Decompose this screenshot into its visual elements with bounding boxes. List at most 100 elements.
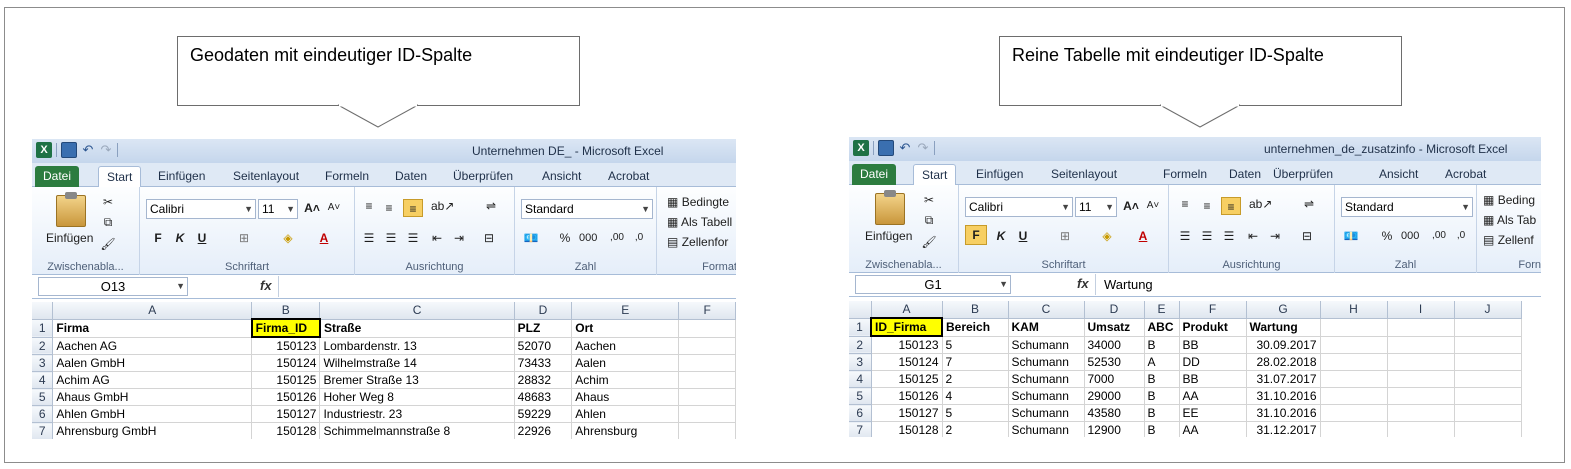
decrease-decimal-icon[interactable]: ,0 [1453,227,1469,245]
currency-icon[interactable]: 💶 [523,229,539,247]
cell[interactable] [1387,387,1455,405]
thousands-button[interactable]: 000 [1401,227,1419,245]
align-top-icon[interactable]: ≡ [361,197,377,215]
column-header[interactable]: D [1084,301,1145,319]
row-header[interactable]: 6 [32,405,54,423]
cell[interactable] [1387,318,1455,337]
cell[interactable]: B [1144,370,1180,388]
row-header[interactable]: 4 [849,370,872,388]
tab-ansicht[interactable]: Ansicht [534,166,589,187]
excel-logo-icon[interactable]: X [853,140,869,156]
align-top-icon[interactable]: ≡ [1177,195,1193,213]
grow-font-icon[interactable]: A˄ [1123,197,1139,215]
cell[interactable]: Ahrensburg [571,422,680,439]
cell[interactable]: 150126 [871,387,943,405]
cell[interactable]: Ort [571,319,680,338]
cell[interactable]: 5 [942,404,1009,422]
tab-ueberpruefen[interactable]: Überprüfen [445,166,521,187]
cell[interactable]: Ahlen GmbH [52,405,253,423]
increase-indent-icon[interactable]: ⇥ [1267,227,1283,245]
cell[interactable]: BB [1179,336,1247,354]
cell[interactable]: Wartung [1246,318,1321,337]
cell[interactable]: Aachen AG [52,337,253,355]
align-left-icon[interactable]: ☰ [1177,227,1193,245]
cell[interactable] [1320,421,1388,437]
cell[interactable]: 12900 [1084,421,1145,437]
cell[interactable]: DD [1179,353,1247,371]
font-name-select[interactable]: Calibri ▼ [146,199,256,219]
fill-color-icon[interactable]: ◈ [1099,227,1115,245]
undo-icon[interactable]: ↶ [81,143,95,157]
tab-einfuegen[interactable]: Einfügen [150,166,213,187]
cell[interactable] [1320,353,1388,371]
cell[interactable]: Bereich [942,318,1009,337]
cell[interactable]: ABC [1144,318,1180,337]
cell[interactable]: Schumann [1008,421,1085,437]
cell[interactable]: 52070 [514,337,573,355]
cell[interactable]: Achim [571,371,680,389]
select-all-corner[interactable] [849,301,872,319]
cell[interactable]: Schumann [1008,404,1085,422]
cell[interactable]: 150127 [871,404,943,422]
percent-button[interactable]: % [557,229,573,247]
cell[interactable]: Aachen [571,337,680,355]
save-icon[interactable] [61,142,77,158]
wrap-text-icon[interactable]: ⇌ [483,197,499,215]
format-painter-icon[interactable]: 🖌 [921,233,937,251]
paste-icon[interactable] [56,192,86,227]
cell[interactable] [678,388,736,406]
cell[interactable] [1454,370,1522,388]
align-bottom-icon[interactable]: ≡ [403,199,423,217]
borders-icon[interactable]: ⊞ [236,229,252,247]
cell[interactable]: 31.10.2016 [1246,404,1321,422]
cell[interactable]: 7000 [1084,370,1145,388]
cell[interactable]: 28.02.2018 [1246,353,1321,371]
cell[interactable]: 150128 [251,422,321,439]
tab-datei[interactable]: Datei [852,164,897,185]
column-header[interactable]: B [942,301,1009,319]
tab-daten[interactable]: Daten [1221,164,1269,185]
cell[interactable]: Schimmelmannstraße 8 [319,422,515,439]
shrink-font-icon[interactable]: A˅ [326,199,342,217]
tab-einfuegen[interactable]: Einfügen [968,164,1031,185]
row-header[interactable]: 3 [32,354,54,372]
tab-datei[interactable]: Datei [35,166,80,187]
cell[interactable]: Ahrensburg GmbH [52,422,253,439]
column-header[interactable]: D [514,302,573,320]
cell[interactable] [1320,370,1388,388]
cell[interactable]: AA [1179,421,1247,437]
cell[interactable] [1454,353,1522,371]
cell[interactable] [1387,404,1455,422]
cell[interactable]: KAM [1008,318,1085,337]
cell[interactable]: 150123 [871,336,943,354]
name-box[interactable]: O13 ▼ [38,277,188,296]
cell[interactable] [678,371,736,389]
row-header[interactable]: 3 [849,353,872,371]
column-header[interactable]: I [1387,301,1455,319]
row-header[interactable]: 2 [32,337,54,355]
cell[interactable]: 48683 [514,388,573,406]
decrease-decimal-icon[interactable]: ,0 [631,229,647,247]
merge-center-icon[interactable]: ⊟ [481,229,497,247]
cell[interactable]: 43580 [1084,404,1145,422]
cell[interactable]: ID_Firma [870,317,943,337]
tab-seitenlayout[interactable]: Seitenlayout [1043,164,1125,185]
column-header[interactable]: F [678,302,736,320]
tab-formeln[interactable]: Formeln [317,166,377,187]
bold-button[interactable]: F [150,229,166,247]
fill-color-icon[interactable]: ◈ [280,229,296,247]
row-header[interactable]: 2 [849,336,872,354]
cell[interactable]: Ahlen [571,405,680,423]
select-all-corner[interactable] [32,302,54,320]
cell[interactable]: 59229 [514,405,573,423]
row-header[interactable]: 5 [32,388,54,406]
fx-icon[interactable]: fx [260,278,272,293]
cell[interactable] [1320,404,1388,422]
format-as-table-button[interactable]: ▦ Als Tabell [667,213,732,231]
row-header[interactable]: 4 [32,371,54,389]
cell[interactable]: 31.12.2017 [1246,421,1321,437]
cut-icon[interactable]: ✂ [921,191,937,209]
cell[interactable]: Schumann [1008,353,1085,371]
cell[interactable] [1387,421,1455,437]
cell[interactable]: Umsatz [1084,318,1145,337]
